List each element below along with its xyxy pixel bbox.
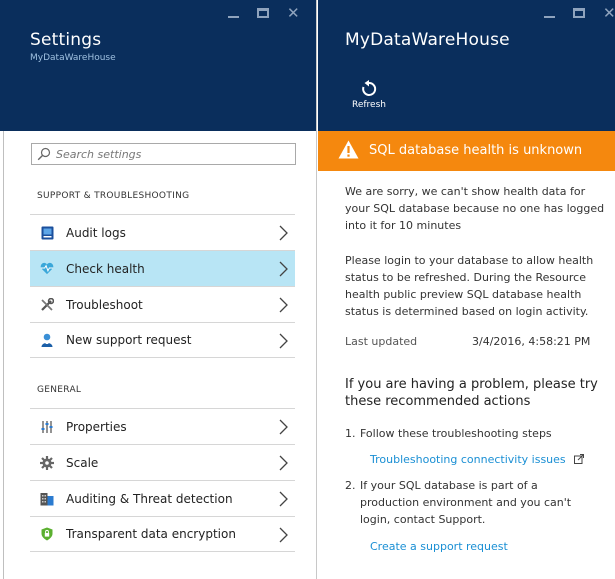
health-title: MyDataWareHouse bbox=[345, 30, 510, 50]
health-window-controls: ✕ bbox=[544, 6, 615, 21]
chevron-right-icon bbox=[279, 527, 288, 543]
minimize-icon[interactable] bbox=[228, 16, 239, 18]
search-icon bbox=[37, 147, 51, 161]
maximize-icon[interactable] bbox=[573, 8, 585, 18]
warning-icon bbox=[338, 140, 359, 159]
search-settings-box[interactable] bbox=[31, 143, 296, 165]
settings-window-controls: ✕ bbox=[228, 6, 300, 21]
menu-item-label: New support request bbox=[66, 333, 192, 347]
unavailable-message: We are sorry, we can't show health data … bbox=[345, 185, 605, 232]
resource-health-blade: MyDataWareHouse ✕ Refresh SQL database h bbox=[318, 0, 615, 579]
last-updated-value: 3/4/2016, 4:58:21 PM bbox=[472, 335, 591, 348]
menu-item-scale[interactable]: Scale bbox=[30, 444, 295, 480]
external-link-icon bbox=[573, 454, 584, 464]
health-header: MyDataWareHouse ✕ Refresh bbox=[318, 0, 615, 131]
chevron-right-icon bbox=[279, 297, 288, 313]
gear-icon bbox=[40, 455, 54, 470]
menu-item-label: Check health bbox=[66, 261, 145, 276]
menu-item-label: Properties bbox=[66, 419, 127, 434]
settings-blade: Settings MyDataWareHouse ✕ SUPPORT & TRO… bbox=[5, 0, 317, 579]
menu-item-check-health[interactable]: Check health bbox=[30, 250, 295, 286]
health-status-banner: SQL database health is unknown bbox=[318, 131, 615, 171]
chevron-right-icon bbox=[279, 225, 288, 241]
chevron-right-icon bbox=[279, 419, 288, 435]
refresh-label: Refresh bbox=[352, 100, 386, 110]
chevron-right-icon bbox=[279, 491, 288, 507]
azure-portal: Settings MyDataWareHouse ✕ SUPPORT & TRO… bbox=[0, 0, 615, 579]
login-explanation: Please login to your database to allow h… bbox=[345, 254, 594, 318]
wrench-icon bbox=[40, 297, 54, 312]
close-icon[interactable]: ✕ bbox=[603, 6, 615, 21]
health-status-text: SQL database health is unknown bbox=[369, 143, 583, 158]
step-text: Follow these troubleshooting steps bbox=[360, 427, 552, 440]
menu-item-auditing-threat-detection[interactable]: Auditing & Threat detection bbox=[30, 480, 295, 516]
settings-title: Settings bbox=[30, 30, 102, 50]
chevron-right-icon bbox=[279, 333, 288, 349]
menu-item-new-support-request[interactable]: New support request bbox=[30, 322, 295, 358]
create-support-request-link[interactable]: Create a support request bbox=[370, 538, 508, 555]
auditing-building-icon bbox=[40, 492, 54, 506]
minimize-icon[interactable] bbox=[544, 16, 555, 18]
step-text: If your SQL database is part of a produc… bbox=[360, 479, 572, 526]
menu-item-label: Transparent data encryption bbox=[66, 527, 236, 541]
section-general: GENERAL bbox=[37, 385, 82, 395]
section-support-troubleshooting: SUPPORT & TROUBLESHOOTING bbox=[37, 191, 190, 201]
settings-subtitle: MyDataWareHouse bbox=[30, 53, 116, 63]
menu-item-label: Scale bbox=[66, 455, 99, 470]
recommended-actions-heading: If you are having a problem, please try … bbox=[345, 377, 598, 409]
menu-item-troubleshoot[interactable]: Troubleshoot bbox=[30, 286, 295, 322]
refresh-button[interactable]: Refresh bbox=[351, 80, 387, 110]
menu-item-transparent-data-encryption[interactable]: Transparent data encryption bbox=[30, 516, 295, 552]
audit-log-icon bbox=[40, 226, 54, 240]
settings-header: Settings MyDataWareHouse ✕ bbox=[5, 0, 316, 131]
previous-blade-divider bbox=[3, 131, 4, 579]
general-menu: Properties Scale Auditing & Threat detec… bbox=[30, 408, 295, 552]
step-number: 1. bbox=[345, 427, 356, 440]
troubleshooting-connectivity-link[interactable]: Troubleshooting connectivity issues bbox=[370, 451, 584, 468]
refresh-icon bbox=[362, 80, 377, 96]
menu-item-properties[interactable]: Properties bbox=[30, 408, 295, 444]
support-menu: Audit logs Check health Troubleshoot New… bbox=[30, 214, 295, 358]
menu-item-label: Auditing & Threat detection bbox=[66, 491, 233, 506]
maximize-icon[interactable] bbox=[257, 8, 269, 18]
last-updated-label: Last updated bbox=[345, 335, 418, 348]
support-person-icon bbox=[40, 333, 54, 347]
close-icon[interactable]: ✕ bbox=[287, 6, 300, 21]
search-settings-input[interactable] bbox=[56, 146, 291, 162]
link-text: Troubleshooting connectivity issues bbox=[370, 453, 566, 466]
menu-item-label: Troubleshoot bbox=[66, 297, 143, 312]
properties-sliders-icon bbox=[40, 420, 54, 434]
step-number: 2. bbox=[345, 479, 356, 492]
shield-lock-icon bbox=[40, 527, 54, 541]
chevron-right-icon bbox=[279, 455, 288, 471]
menu-item-audit-logs[interactable]: Audit logs bbox=[30, 214, 295, 250]
chevron-right-icon bbox=[279, 261, 288, 277]
heart-health-icon bbox=[40, 262, 54, 276]
menu-item-label: Audit logs bbox=[66, 225, 126, 240]
